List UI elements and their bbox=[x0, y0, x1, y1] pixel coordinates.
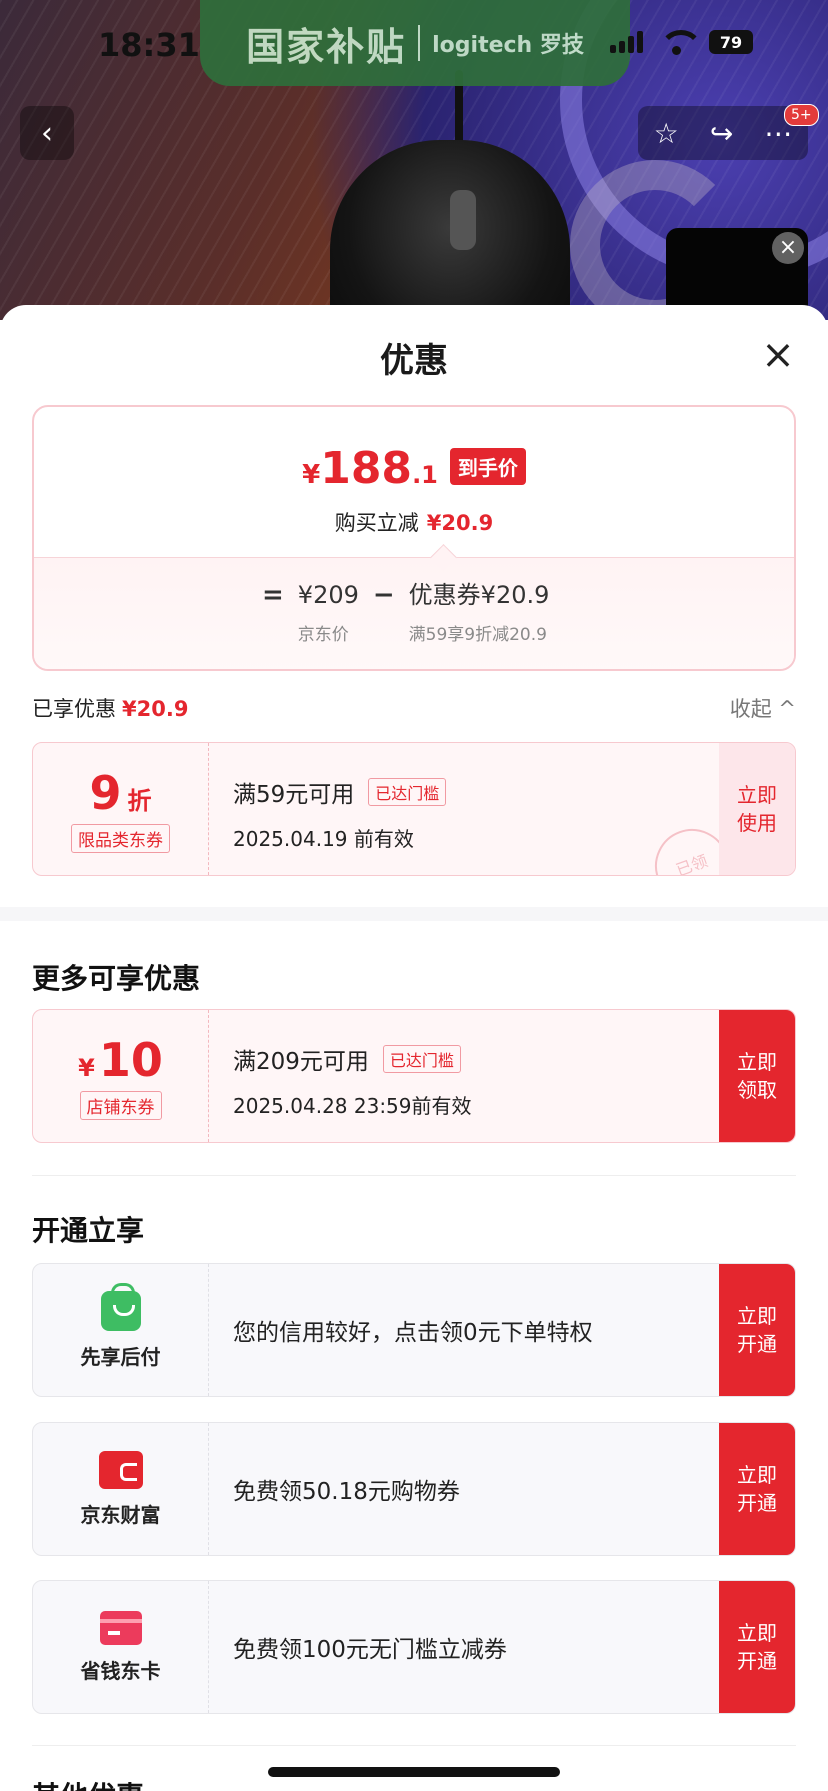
activate-button[interactable]: 立即开通 bbox=[719, 1581, 795, 1713]
message-badge: 5+ bbox=[784, 104, 819, 126]
back-button[interactable]: ‹ bbox=[20, 106, 74, 160]
coupon-amount-value: 10 bbox=[98, 1032, 163, 1087]
coupon-value-area: ¥ 10 店铺东券 bbox=[33, 1010, 209, 1142]
service-card-wealth: 京东财富 免费领50.18元购物券 立即开通 bbox=[32, 1422, 796, 1556]
coupon-amount: ¥ 10 bbox=[78, 1033, 163, 1087]
minus-sign: − bbox=[372, 580, 395, 610]
service-desc: 免费领50.18元购物券 bbox=[233, 1479, 460, 1505]
section-separator bbox=[32, 1745, 796, 1746]
sheet-title: 优惠 bbox=[380, 341, 448, 381]
service-brand: 省钱东卡 bbox=[33, 1581, 209, 1713]
instant-discount-amount: ¥20.9 bbox=[426, 511, 494, 535]
jd-price-value: ¥209 bbox=[297, 581, 359, 609]
close-icon[interactable]: × bbox=[758, 335, 798, 375]
collapse-button[interactable]: 收起 ^ bbox=[730, 693, 796, 723]
coupon-title: 满209元可用 bbox=[233, 1049, 369, 1075]
more-discounts-title: 更多可享优惠 bbox=[32, 962, 201, 995]
price-top: ¥ 188 .1 到手价 购买立减 ¥20.9 bbox=[34, 407, 794, 557]
equals-sign: = bbox=[262, 580, 284, 610]
coupon-type-tag: 限品类东券 bbox=[71, 823, 170, 853]
coupon-info: 满209元可用 已达门槛 2025.04.28 23:59前有效 bbox=[233, 1042, 472, 1119]
price-decimal: .1 bbox=[412, 461, 438, 489]
home-indicator[interactable] bbox=[268, 1767, 560, 1777]
price-integer: 188 bbox=[320, 443, 413, 494]
service-label: 京东财富 bbox=[80, 1502, 161, 1527]
jd-price-label: 京东价 bbox=[297, 625, 349, 645]
subsidy-separator bbox=[418, 25, 421, 61]
coupon-value: 优惠券¥20.9 bbox=[408, 581, 550, 609]
chevron-left-icon: ‹ bbox=[41, 115, 53, 151]
signal-icon bbox=[610, 31, 643, 53]
coupon-currency: ¥ bbox=[78, 1053, 95, 1082]
jd-price-column: ¥209 京东价 bbox=[298, 580, 359, 645]
national-subsidy-banner: 国家补贴 logitech 罗技 bbox=[200, 0, 630, 86]
enjoyed-amount: ¥20.9 bbox=[122, 697, 189, 721]
coupon-discount: 9 折 bbox=[89, 766, 151, 820]
discount-value: 9 bbox=[89, 765, 122, 820]
mouse-wheel bbox=[450, 190, 476, 250]
page: 国家补贴 logitech 罗技 18:31 79 ‹ ☆ ↪ ⋯ 5+ × 优… bbox=[0, 0, 828, 1791]
share-icon[interactable]: ↪ bbox=[710, 117, 733, 150]
subsidy-title: 国家补贴 bbox=[246, 24, 407, 69]
price-summary-card: ¥ 188 .1 到手价 购买立减 ¥20.9 = ¥209 京东价 − 优惠券… bbox=[32, 405, 796, 671]
threshold-reached-badge: 已达门槛 bbox=[368, 778, 447, 806]
open-enjoy-title: 开通立享 bbox=[32, 1214, 145, 1247]
favorite-star-icon[interactable]: ☆ bbox=[654, 117, 679, 150]
final-price: ¥ 188 .1 到手价 bbox=[34, 443, 794, 494]
final-price-tag: 到手价 bbox=[449, 448, 526, 485]
product-hero-image: 国家补贴 logitech 罗技 18:31 79 ‹ ☆ ↪ ⋯ 5+ × bbox=[0, 0, 828, 320]
battery-icon: 79 bbox=[709, 30, 753, 54]
price-currency: ¥ bbox=[302, 460, 321, 490]
status-time: 18:31 bbox=[98, 26, 200, 64]
service-desc: 免费领100元无门槛立减券 bbox=[233, 1637, 507, 1663]
activate-button[interactable]: 立即开通 bbox=[719, 1264, 795, 1396]
collapse-label: 收起 bbox=[729, 697, 772, 721]
section-separator bbox=[32, 1175, 796, 1176]
wallet-icon bbox=[98, 1450, 143, 1489]
nav-actions: ☆ ↪ ⋯ bbox=[638, 106, 808, 160]
service-desc: 您的信用较好，点击领0元下单特权 bbox=[233, 1320, 593, 1346]
store-coupon-card: ¥ 10 店铺东券 满209元可用 已达门槛 2025.04.28 23:59前… bbox=[32, 1009, 796, 1143]
card-icon bbox=[99, 1610, 142, 1645]
discount-sheet: 优惠 × ¥ 188 .1 到手价 购买立减 ¥20.9 = ¥209 京东价 … bbox=[0, 305, 828, 1791]
threshold-reached-badge: 已达门槛 bbox=[382, 1045, 461, 1073]
use-now-button[interactable]: 立即使用 bbox=[719, 743, 795, 875]
coupon-expiry: 2025.04.19 前有效 bbox=[233, 827, 414, 851]
service-label: 省钱东卡 bbox=[80, 1658, 161, 1683]
enjoyed-label: 已享优惠 bbox=[32, 697, 116, 721]
price-formula-area: = ¥209 京东价 − 优惠券¥20.9 满59享9折减20.9 bbox=[34, 557, 794, 669]
wifi-icon bbox=[659, 30, 703, 55]
coupon-title-row: 满209元可用 已达门槛 bbox=[233, 1042, 472, 1076]
instant-discount-label: 购买立减 bbox=[334, 511, 419, 535]
service-card-savings: 省钱东卡 免费领100元无门槛立减券 立即开通 bbox=[32, 1580, 796, 1714]
video-close-icon[interactable]: × bbox=[772, 232, 804, 264]
coupon-expiry: 2025.04.28 23:59前有效 bbox=[233, 1094, 472, 1118]
chevron-up-icon: ^ bbox=[778, 697, 796, 721]
section-divider bbox=[0, 907, 828, 921]
service-label: 先享后付 bbox=[80, 1344, 161, 1369]
coupon-title: 满59元可用 bbox=[233, 782, 355, 808]
enjoyed-coupon-card: 9 折 限品类东券 满59元可用 已达门槛 2025.04.19 前有效 已领 … bbox=[32, 742, 796, 876]
claim-now-button[interactable]: 立即领取 bbox=[719, 1010, 795, 1142]
service-brand: 京东财富 bbox=[33, 1423, 209, 1555]
price-formula: = ¥209 京东价 − 优惠券¥20.9 满59享9折减20.9 bbox=[262, 580, 549, 645]
service-brand: 先享后付 bbox=[33, 1264, 209, 1396]
activate-button[interactable]: 立即开通 bbox=[719, 1423, 795, 1555]
coupon-column: 优惠券¥20.9 满59享9折减20.9 bbox=[409, 580, 550, 645]
coupon-title-row: 满59元可用 已达门槛 bbox=[233, 775, 447, 809]
other-discounts-title: 其他优惠 bbox=[32, 1775, 144, 1791]
coupon-type-tag: 店铺东券 bbox=[79, 1090, 162, 1120]
coupon-info: 满59元可用 已达门槛 2025.04.19 前有效 bbox=[233, 775, 447, 852]
shopping-bag-icon bbox=[100, 1282, 141, 1331]
brand-logo: logitech 罗技 bbox=[432, 33, 584, 58]
enjoyed-discount-row: 已享优惠 ¥20.9 收起 ^ bbox=[32, 693, 796, 723]
coupon-rule: 满59享9折减20.9 bbox=[408, 625, 547, 645]
service-card-pay-later: 先享后付 您的信用较好，点击领0元下单特权 立即开通 bbox=[32, 1263, 796, 1397]
instant-discount: 购买立减 ¥20.9 bbox=[34, 507, 794, 537]
discount-suffix: 折 bbox=[127, 786, 152, 815]
coupon-value-area: 9 折 限品类东券 bbox=[33, 743, 209, 875]
status-icons: 79 bbox=[610, 30, 753, 55]
